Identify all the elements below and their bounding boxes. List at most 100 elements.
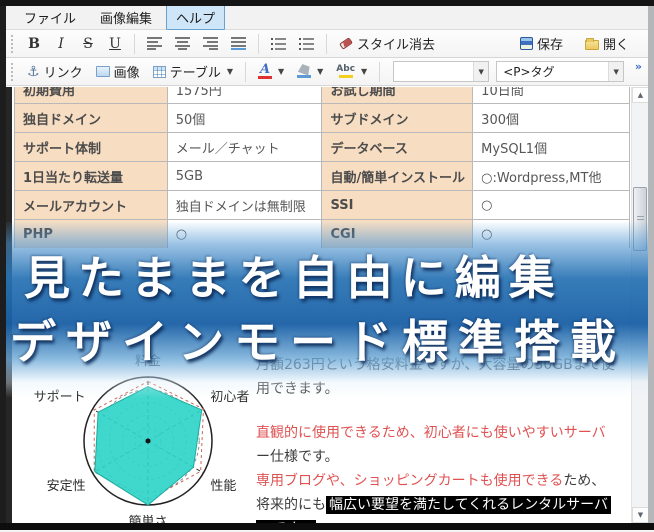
- table-cell: ○:Wordpress,MT他: [472, 161, 630, 191]
- selected-text: 幅広い要望を満たしてくれるレンタルサーバ: [326, 496, 612, 514]
- table-cell: 初期費用: [14, 87, 168, 104]
- tag-select[interactable]: <P>タグ ▼: [496, 61, 625, 82]
- italic-button[interactable]: I: [49, 33, 73, 55]
- svg-text:性能: 性能: [210, 479, 236, 494]
- table-row: メールアカウント 独自ドメインは無制限 SSI ○: [14, 190, 630, 220]
- chevron-down-icon: ▼: [226, 67, 233, 76]
- table-cell: お試し期間: [321, 87, 474, 104]
- underline-button[interactable]: U: [103, 33, 127, 55]
- insert-image-button[interactable]: 画像: [91, 59, 145, 84]
- insert-table-button[interactable]: テーブル ▼: [148, 59, 238, 84]
- text-line: ー仕様です。: [256, 449, 339, 465]
- window-frame-left: [0, 6, 6, 523]
- table-cell: PHP: [14, 219, 168, 248]
- table-cell: ○: [166, 219, 323, 248]
- underline-icon: U: [109, 35, 121, 52]
- window-frame-top: [0, 0, 654, 6]
- bullet-list-button[interactable]: [266, 34, 291, 53]
- toolbar-separator: [326, 33, 327, 54]
- toolbar-separator: [134, 33, 135, 54]
- table-cell: 1日当たり転送量: [14, 161, 168, 191]
- table-cell: メールアカウント: [14, 190, 168, 220]
- file-actions: 保存 開く: [515, 31, 642, 56]
- style-select[interactable]: ▼: [393, 61, 490, 82]
- link-label: リンク: [43, 66, 83, 81]
- spec-table: 初期費用 1575円 お試し期間 10日間 独自ドメイン 50個 サブドメイン …: [14, 87, 630, 248]
- radar-chart: 料金初心者性能簡単さ安定性サポート: [34, 353, 250, 530]
- open-button[interactable]: 開く: [580, 31, 634, 56]
- vertical-scrollbar[interactable]: ▲ ▼: [631, 87, 649, 523]
- window-frame-right: [648, 6, 654, 523]
- strikethrough-button[interactable]: S: [76, 33, 100, 55]
- menu-help[interactable]: ヘルプ: [166, 5, 226, 30]
- table-cell: CGI: [321, 219, 474, 248]
- clear-style-button[interactable]: スタイル消去: [334, 31, 440, 56]
- align-justify-icon: [231, 37, 246, 50]
- paint-bucket-icon: [297, 65, 312, 78]
- menu-file[interactable]: ファイル: [14, 5, 86, 30]
- description-text: 月額263円という格安料金ですが、大容量の30GBまで使 用できます。 直観的に…: [256, 353, 632, 532]
- menu-image-edit[interactable]: 画像編集: [90, 5, 162, 30]
- bold-button[interactable]: B: [22, 33, 46, 55]
- text-segment-red: 専用ブログや、ショッピングカートも使用できる: [256, 473, 564, 489]
- scrollbar-thumb[interactable]: [633, 187, 647, 251]
- table-row: 1日当たり転送量 5GB 自動/簡単インストール ○:Wordpress,MT他: [14, 161, 630, 191]
- toolbar-overflow-chevron[interactable]: »: [635, 60, 642, 73]
- table-cell: サブドメイン: [321, 103, 474, 133]
- align-center-icon: [175, 37, 190, 50]
- menu-bar: ファイル 画像編集 ヘルプ: [6, 5, 648, 30]
- chevron-down-icon: ▼: [317, 67, 324, 76]
- scroll-down-button[interactable]: ▼: [632, 507, 649, 523]
- table-label: テーブル: [169, 66, 221, 81]
- font-color-button[interactable]: A ▼: [253, 62, 289, 82]
- bold-icon: B: [28, 35, 40, 52]
- align-right-icon: [203, 37, 218, 50]
- save-floppy-icon: [519, 37, 533, 50]
- editor-content[interactable]: 初期費用 1575円 お試し期間 10日間 独自ドメイン 50個 サブドメイン …: [6, 87, 649, 532]
- anchor-icon: ⚓: [27, 63, 40, 80]
- table-cell: ○: [472, 219, 630, 248]
- table-cell: サポート体制: [14, 132, 168, 162]
- image-icon: [95, 66, 110, 77]
- format-toolbar: B I S U スタイル消去 保存 開く: [6, 30, 648, 58]
- chevron-down-icon: ▼: [608, 62, 624, 81]
- table-cell: データベース: [321, 132, 474, 162]
- link-button[interactable]: ⚓ リンク: [22, 59, 88, 84]
- highlight-color-button[interactable]: Abc ▼: [331, 62, 372, 81]
- highlight-icon: Abc: [336, 65, 355, 78]
- bullet-list-icon: [271, 37, 286, 50]
- strikethrough-icon: S: [83, 35, 93, 52]
- window-frame-bottom: [0, 523, 654, 530]
- align-center-button[interactable]: [170, 34, 195, 53]
- text-line: 月額263円という格安料金ですが、大容量の30GBまで使: [256, 357, 615, 373]
- align-justify-button[interactable]: [226, 34, 251, 53]
- fill-color-button[interactable]: ▼: [292, 62, 328, 81]
- text-segment: ため、: [563, 473, 606, 489]
- toolbar-separator: [379, 61, 381, 82]
- font-color-icon: A: [257, 61, 272, 79]
- image-label: 画像: [113, 66, 140, 81]
- table-cell: 10日間: [472, 87, 630, 104]
- toolbar-grip[interactable]: [11, 34, 15, 53]
- numbered-list-icon: [299, 37, 314, 50]
- scroll-up-button[interactable]: ▲: [632, 87, 649, 103]
- toolbar-grip[interactable]: [11, 62, 15, 81]
- table-cell: 自動/簡単インストール: [321, 161, 474, 191]
- editor-window: ファイル 画像編集 ヘルプ B I S U スタイル消去 保存 開く ⚓ リンク…: [6, 5, 649, 532]
- table-cell: ○: [472, 190, 630, 220]
- svg-text:サポート: サポート: [34, 390, 86, 405]
- spec-table-viewport: 初期費用 1575円 お試し期間 10日間 独自ドメイン 50個 サブドメイン …: [14, 87, 630, 248]
- table-cell: 独自ドメインは無制限: [166, 190, 323, 220]
- table-cell: 300個: [472, 103, 630, 133]
- align-left-button[interactable]: [142, 34, 167, 53]
- align-right-button[interactable]: [198, 34, 223, 53]
- table-cell: メール／チャット: [166, 132, 323, 162]
- app-window: ファイル 画像編集 ヘルプ B I S U スタイル消去 保存 開く ⚓ リンク…: [0, 0, 654, 532]
- table-row: PHP ○ CGI ○: [14, 219, 630, 248]
- table-grid-icon: [152, 65, 166, 78]
- table-row: 独自ドメイン 50個 サブドメイン 300個: [14, 103, 630, 133]
- chevron-down-icon: ▼: [473, 62, 489, 81]
- save-button[interactable]: 保存: [515, 31, 568, 56]
- numbered-list-button[interactable]: [294, 34, 319, 53]
- text-line: 将来的にも 幅広い要望を満たしてくれるレンタルサーバ: [256, 493, 632, 517]
